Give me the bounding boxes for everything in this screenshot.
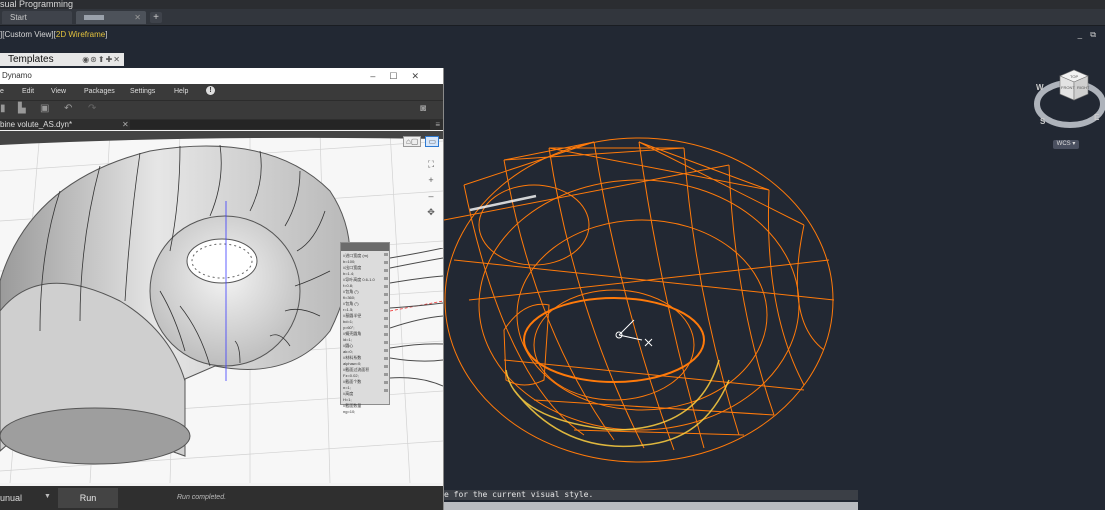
menu-help[interactable]: Help	[174, 88, 188, 95]
code-block-node[interactable]: //进口宽度 (m) b=100; //出口宽度 b=1.4; //导叶高度 0…	[340, 242, 390, 414]
run-status: Run completed.	[177, 494, 227, 501]
undo-icon[interactable]: ↶	[64, 103, 72, 114]
tab-start[interactable]: Start	[2, 11, 72, 24]
workspace-tab[interactable]: bine volute_AS.dyn* ✕ ≡	[0, 119, 443, 130]
dynamo-menu-bar: e Edit View Packages Settings Help !	[0, 84, 443, 100]
dynamo-title-bar[interactable]: Dynamo –☐✕	[0, 68, 443, 84]
maximize-icon[interactable]: ☐	[389, 71, 411, 81]
ucs-origin-icon	[615, 319, 653, 347]
view-mode-toggle[interactable]: ⌂▢ ▭	[403, 136, 439, 147]
viewcube-top-label: TOP	[1070, 74, 1078, 79]
node-header[interactable]	[341, 243, 389, 251]
dynamo-toolbar: ▮ ▙ ▣ ↶ ↷ ◙	[0, 100, 443, 120]
zoom-out-icon[interactable]: –	[425, 188, 437, 204]
close-icon[interactable]: ✕	[134, 11, 141, 24]
camera-icon[interactable]: ◙	[420, 103, 426, 114]
view-label-suffix: ]	[105, 30, 108, 39]
run-mode-select[interactable]: unual	[0, 493, 22, 503]
grid-dark-edge	[0, 131, 443, 145]
new-tab-button[interactable]: +	[150, 12, 162, 23]
zoom-in-icon[interactable]: +	[425, 172, 437, 188]
menu-edit[interactable]: Edit	[22, 88, 34, 95]
run-bar: unual ▼ Run Run completed.	[0, 486, 443, 510]
close-icon[interactable]: ✕	[122, 119, 129, 130]
redo-icon[interactable]: ↷	[88, 103, 96, 114]
wire-mid-ring-1	[478, 179, 800, 431]
command-history: e for the current visual style.	[444, 490, 858, 500]
viewcube-right-label: RIGHT	[1077, 85, 1090, 90]
graph-view-icon[interactable]: ⌂▢	[403, 136, 422, 147]
save-icon[interactable]: ▣	[40, 103, 49, 114]
run-button[interactable]: Run	[58, 488, 118, 508]
menu-icon[interactable]: ≡	[435, 119, 440, 130]
node-code[interactable]: //进口宽度 (m) b=100; //出口宽度 b=1.4; //导叶高度 0…	[343, 253, 383, 415]
viewcube[interactable]: TOP FRONT RIGHT W S E	[1030, 68, 1105, 134]
volute-runner-opening	[186, 238, 258, 284]
menu-file[interactable]: e	[0, 88, 4, 95]
node-output-ports[interactable]	[384, 253, 388, 393]
wire-selection-line	[469, 194, 537, 212]
dynamo-window: Dynamo –☐✕ e Edit View Packages Settings…	[0, 68, 444, 510]
volute-inlet-opening	[0, 407, 191, 465]
window-controls[interactable]: –☐✕	[370, 68, 433, 84]
viewport-controls-label[interactable]: ][Custom View][2D Wireframe]	[0, 30, 107, 39]
close-icon[interactable]: ✕	[411, 71, 433, 81]
minimize-icon[interactable]: –	[370, 71, 389, 81]
tab-start-label: Start	[10, 13, 27, 22]
wire-triangulation	[444, 141, 835, 436]
menu-packages[interactable]: Packages	[84, 88, 115, 95]
viewport-window-controls[interactable]: _ ⧉	[1078, 30, 1099, 40]
app-title-bar: sual Programming	[0, 0, 1105, 9]
tab-drawing-thumbnail	[84, 15, 104, 21]
wireframe-volute-3d[interactable]	[444, 130, 864, 475]
compass-e-label: E	[1094, 113, 1100, 122]
wcs-dropdown[interactable]: WCS ▾	[1053, 140, 1079, 149]
wcs-label: WCS	[1056, 141, 1071, 147]
document-tab-bar: Start ✕ +	[0, 9, 1105, 26]
wire-inner-highlight-2	[513, 379, 730, 448]
compass-s-label: S	[1040, 117, 1046, 126]
fit-view-icon[interactable]: ⛶	[425, 156, 437, 172]
zoom-controls[interactable]: ⛶ + – ✥	[425, 156, 437, 220]
command-input[interactable]	[444, 502, 858, 510]
node-line: ng=10;	[343, 409, 356, 414]
pan-icon[interactable]: ✥	[425, 204, 437, 220]
menu-view[interactable]: View	[51, 88, 66, 95]
workspace-tab-strip	[130, 120, 430, 129]
compass-w-label: W	[1036, 83, 1044, 92]
view-label-prefix: ][Custom View][	[0, 30, 56, 39]
chevron-down-icon[interactable]: ▼	[44, 493, 51, 500]
geometry-view-icon[interactable]: ▭	[425, 136, 439, 147]
wire-meridians	[463, 141, 825, 451]
app-title: sual Programming	[0, 0, 74, 9]
templates-panel-icons[interactable]: ◉⊛⬆✚✕	[82, 53, 121, 66]
new-icon[interactable]: ▮	[0, 103, 6, 114]
templates-label: Templates	[8, 54, 54, 65]
templates-panel-header[interactable]: Templates ◉⊛⬆✚✕	[0, 53, 124, 66]
dynamo-title: Dynamo	[2, 71, 32, 80]
workspace-tab-label: bine volute_AS.dyn*	[0, 120, 73, 129]
notification-icon[interactable]: !	[206, 86, 215, 95]
menu-settings[interactable]: Settings	[130, 88, 155, 95]
node-wires	[390, 248, 443, 387]
open-icon[interactable]: ▙	[18, 103, 26, 114]
visual-style-label[interactable]: 2D Wireframe	[56, 30, 105, 39]
viewcube-front-label: FRONT	[1061, 85, 1075, 90]
plus-icon: +	[153, 12, 159, 23]
tab-drawing[interactable]: ✕	[76, 11, 146, 24]
